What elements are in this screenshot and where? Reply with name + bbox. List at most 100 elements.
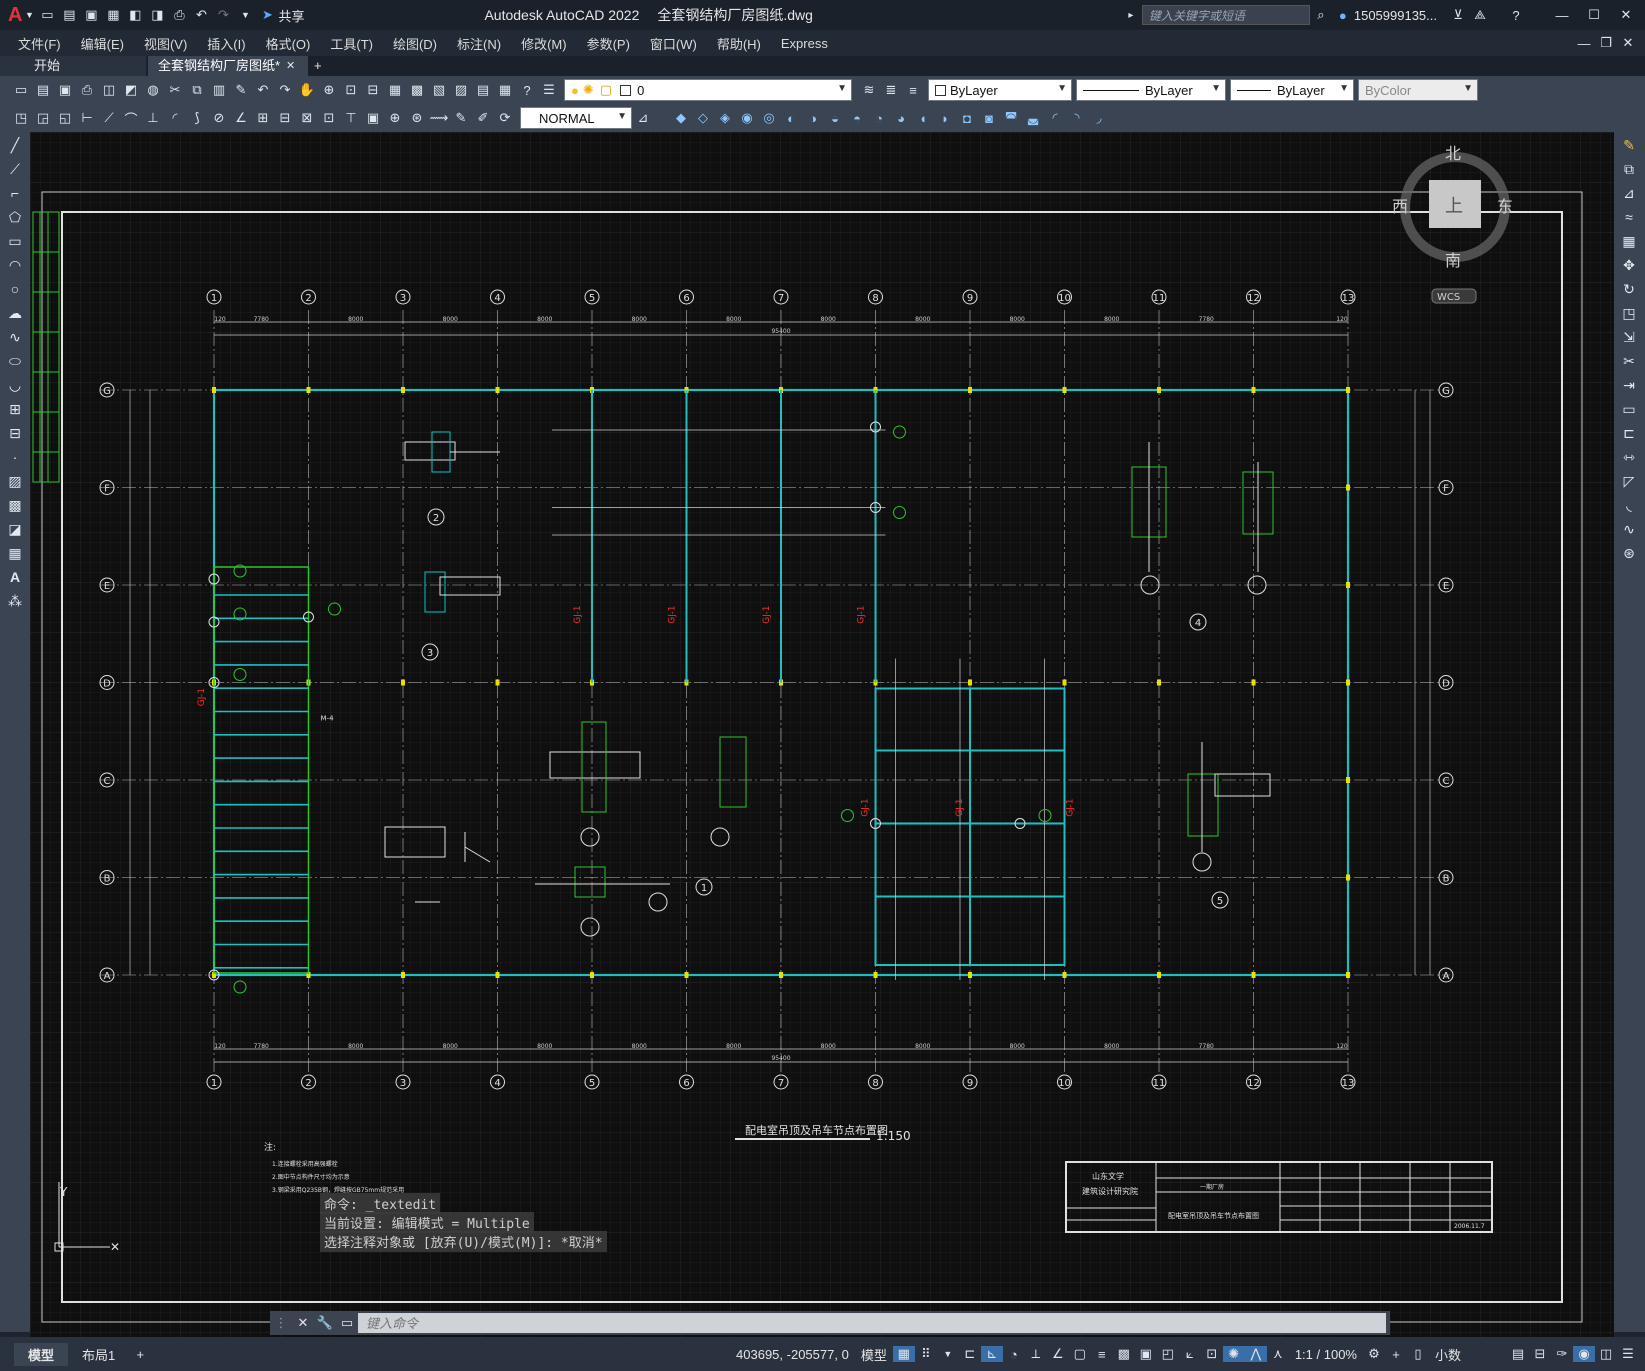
hatch-icon[interactable]: ▨ [4,470,26,492]
add-selected-icon[interactable]: ⁂ [4,590,26,612]
menu-window[interactable]: 窗口(W) [640,34,707,53]
menu-parametric[interactable]: 参数(P) [577,34,640,53]
customize-qat-icon[interactable]: ▼ [234,10,256,20]
gizmo-icon[interactable]: ✺ [1222,1346,1245,1362]
linetype-dropdown[interactable]: ByLayer ▼ [1076,79,1226,101]
blend-tool-icon[interactable]: ∿ [1618,518,1640,540]
grid-icon[interactable]: ▦ [892,1346,915,1362]
match-prop-icon[interactable]: ✎ [230,82,252,98]
tab-layout1[interactable]: 布局1 [68,1343,129,1366]
gradient-icon[interactable]: ▩ [4,494,26,516]
markup-icon[interactable]: ▤ [472,82,494,98]
globe-icon[interactable]: ◍ [142,82,164,98]
autocad-logo[interactable]: A [8,4,22,27]
dim-update-icon[interactable]: ⟳ [494,110,516,126]
design-center-icon[interactable]: ▩ [406,82,428,98]
sheet-set-icon[interactable]: ▨ [450,82,472,98]
command-customize-icon[interactable]: 🔧 [314,1315,336,1331]
move-icon[interactable]: ◆ [670,110,692,126]
open-file-icon[interactable]: ▤ [58,7,80,23]
undo-tb-icon[interactable]: ↶ [252,82,274,98]
a360-icon[interactable]: ⟁ [1469,7,1491,23]
hardware-accel-icon[interactable]: ◉ [1573,1346,1595,1362]
doc-close-icon[interactable]: ✕ [1617,35,1639,51]
calculator-icon[interactable]: ▦ [494,82,516,98]
aligned-dim-icon[interactable]: ⟋ [98,110,120,126]
extend-icon[interactable]: ◕ [890,111,912,126]
menu-draw[interactable]: 绘图(D) [383,34,447,53]
save-icon-tb[interactable]: ▣ [54,82,76,98]
help-tb-icon[interactable]: ? [516,83,538,98]
move-tool-icon[interactable]: ✥ [1618,254,1640,276]
menu-tools[interactable]: 工具(T) [320,34,383,53]
dimstyle-dropdown[interactable]: NORMAL ▼ [520,107,632,129]
insert-block-icon[interactable]: ◛ [1022,110,1044,126]
chevron-down-icon[interactable]: ▼ [837,83,847,94]
save-icon[interactable]: ▣ [80,7,102,23]
tab-model[interactable]: 模型 [14,1342,69,1366]
minimize-icon[interactable]: — [1551,8,1573,23]
tool-palettes-icon[interactable]: ▧ [428,82,450,98]
table-icon[interactable]: ▦ [4,542,26,564]
cut-icon[interactable]: ✂ [164,82,186,98]
model-space-toggle[interactable]: 模型 [855,1345,893,1364]
region-icon[interactable]: ◞ [1088,110,1110,126]
break-point-icon[interactable]: ▭ [1618,398,1640,420]
help-icon[interactable]: ? [1505,8,1527,23]
copy-tool-icon[interactable]: ⧉ [1618,158,1640,180]
gear-icon[interactable]: ⚙ [1363,1346,1385,1362]
chevron-down-icon[interactable]: ▼ [617,111,627,122]
new-file-icon[interactable]: ▭ [36,7,58,23]
layer-properties-icon[interactable]: ☰ [538,82,560,98]
explode-icon[interactable]: ◙ [978,111,1000,126]
menu-modify[interactable]: 修改(M) [511,34,577,53]
chamfer-tool-icon[interactable]: ◸ [1618,470,1640,492]
fillet-icon[interactable]: ◑ [802,111,824,126]
make-current-icon[interactable]: ≋ [858,82,880,98]
rotate-tool-icon[interactable]: ↻ [1618,278,1640,300]
selection-filter-icon[interactable]: ⊡ [1201,1346,1223,1362]
layer-state-icon[interactable]: ≡ [902,83,924,98]
close-icon[interactable]: ✕ [1615,7,1637,23]
zoom-realtime-icon[interactable]: ⊕ [318,82,340,98]
command-input[interactable] [358,1313,1386,1333]
chevron-down-icon[interactable]: ▼ [1057,83,1067,94]
line-icon[interactable]: ╱ [4,134,26,156]
snap-icon[interactable]: ⠿ [915,1346,937,1362]
menu-format[interactable]: 格式(O) [256,34,321,53]
annotation-scale[interactable]: 1:1 / 100% [1289,1347,1363,1362]
qnew-icon[interactable]: ▭ [10,82,32,98]
plot-icon[interactable]: ⎙ [168,7,190,23]
undo-icon[interactable]: ↶ [190,7,212,23]
zoom-window-icon[interactable]: ⊡ [340,82,362,98]
preview-icon[interactable]: ◫ [98,82,120,98]
pan-icon[interactable]: ✋ [296,82,318,98]
layer-previous-icon[interactable]: ≣ [880,82,902,98]
menu-dimension[interactable]: 标注(N) [447,34,511,53]
maximize-icon[interactable]: ☐ [1583,7,1605,23]
units-icon[interactable]: ▯ [1407,1346,1429,1362]
erase-tool-icon[interactable]: ✎ [1618,134,1640,156]
add-layout-icon[interactable]: + [129,1347,151,1362]
xref-icon[interactable]: ◝ [1066,110,1088,126]
dim-break-icon[interactable]: ⊤ [340,110,362,126]
dimstyle-manager-icon[interactable]: ⊿ [632,110,654,126]
offset-tool-icon[interactable]: ≈ [1618,206,1640,228]
infer-constraints-icon[interactable]: ⊏ [959,1346,981,1362]
transparency-icon[interactable]: ▩ [1113,1346,1135,1362]
arc-length-icon[interactable]: ⌒ [120,109,142,128]
zoom-previous-icon[interactable]: ⊟ [362,82,384,98]
offset-icon[interactable]: ◓ [846,111,868,126]
redo-tb-icon[interactable]: ↷ [274,82,296,98]
chevron-down-icon[interactable]: ▼ [1211,83,1221,94]
clean-screen-icon[interactable]: ◫ [1595,1346,1617,1362]
extend-tool-icon[interactable]: ⇥ [1618,374,1640,396]
angular-icon[interactable]: ∠ [230,110,252,126]
color-dropdown[interactable]: ByLayer ▼ [928,79,1072,101]
osnap-icon[interactable]: ▢ [1069,1346,1091,1362]
tab-active-drawing[interactable]: 全套钢结构厂房图纸* [148,56,308,76]
search-icon[interactable]: ⌕ [1310,7,1332,23]
fillet-tool-icon[interactable]: ◟ [1618,494,1640,516]
scale-tool-icon[interactable]: ◳ [1618,302,1640,324]
trim-icon[interactable]: ◔ [868,111,890,126]
